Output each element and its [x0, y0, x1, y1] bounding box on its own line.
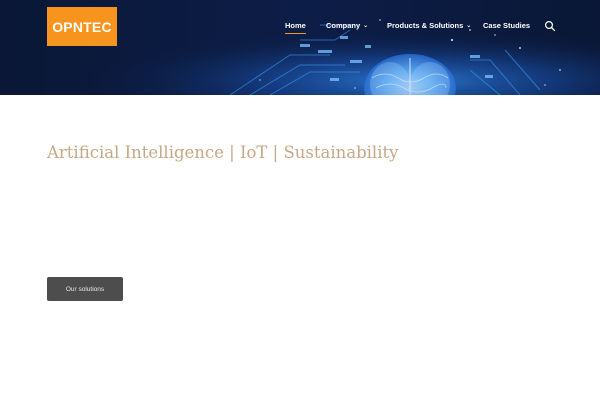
main-nav: Home Company ⌄ Products & Solutions ⌄ Case…	[0, 20, 600, 36]
nav-products-solutions[interactable]: Products & Solutions ⌄	[387, 20, 471, 32]
active-indicator	[285, 33, 306, 34]
nav-company-label: Company	[326, 21, 361, 30]
site-header: OPNTEC Home Company ⌄ Products & Solution…	[0, 0, 600, 95]
nav-case-studies[interactable]: Case Studies	[483, 20, 530, 32]
nav-case-studies-label: Case Studies	[483, 21, 531, 30]
our-solutions-button[interactable]: Our solutions	[47, 277, 123, 301]
search-icon[interactable]	[544, 20, 556, 32]
chevron-down-icon: ⌄	[466, 23, 472, 29]
nav-home-label: Home	[285, 21, 306, 30]
hero-headline: Artificial Intelligence | IoT | Sustaina…	[47, 143, 399, 162]
chevron-down-icon: ⌄	[363, 23, 369, 29]
nav-home[interactable]: Home	[285, 20, 306, 34]
nav-company[interactable]: Company ⌄	[326, 20, 368, 32]
nav-products-label: Products & Solutions	[387, 21, 464, 30]
